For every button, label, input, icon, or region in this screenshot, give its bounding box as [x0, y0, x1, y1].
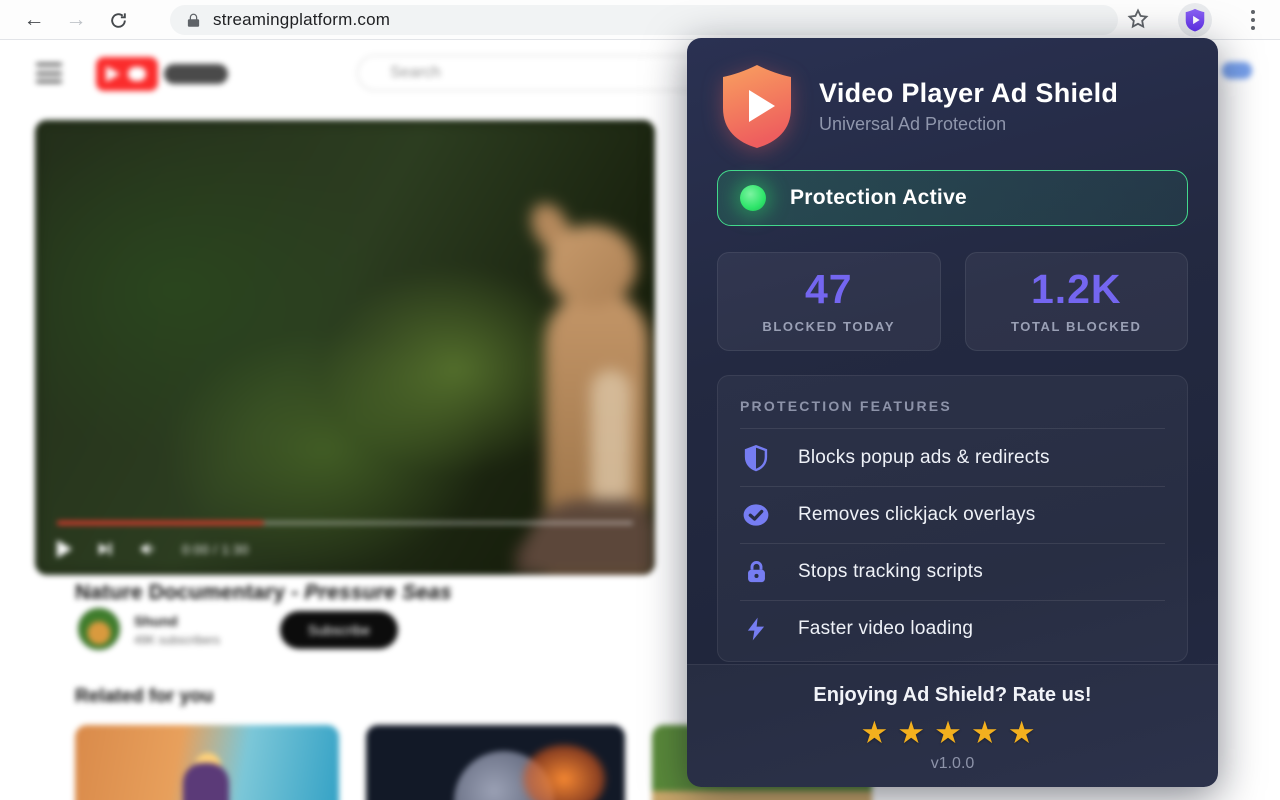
rating-star-2[interactable]: ★ [897, 715, 934, 750]
reload-icon [109, 11, 128, 30]
play-button[interactable] [57, 540, 72, 558]
stat-value: 47 [718, 266, 940, 313]
popup-title: Video Player Ad Shield [819, 78, 1118, 109]
site-logo[interactable] [96, 57, 158, 91]
bolt-icon [740, 613, 772, 645]
site-logo-wordmark [164, 64, 228, 84]
stat-card-blocked-today: 47 BLOCKED TODAY [717, 252, 941, 351]
rating-star-4[interactable]: ★ [971, 715, 1008, 750]
shield-icon [740, 442, 772, 474]
rating-star-1[interactable]: ★ [861, 715, 898, 750]
version-label: v1.0.0 [687, 755, 1218, 773]
subscribe-button[interactable]: Subscribe [280, 611, 398, 649]
extension-popup: Video Player Ad Shield Universal Ad Prot… [687, 38, 1218, 787]
reload-button[interactable] [104, 7, 132, 33]
related-thumbnail-1[interactable] [75, 725, 339, 800]
bookmark-star-button[interactable] [1126, 7, 1152, 33]
volume-button[interactable] [138, 540, 158, 558]
channel-subscribers: 49K subscribers [134, 633, 220, 647]
feature-row: Faster video loading [740, 600, 1165, 657]
popup-footer: Enjoying Ad Shield? Rate us! ★★★★★ v1.0.… [687, 664, 1218, 787]
rating-star-5[interactable]: ★ [1008, 715, 1045, 750]
check-circle-icon [740, 499, 772, 531]
stat-label: TOTAL BLOCKED [966, 319, 1188, 334]
feature-row: Removes clickjack overlays [740, 486, 1165, 543]
feature-label: Faster video loading [798, 618, 973, 640]
extension-shield-icon [1184, 8, 1206, 32]
channel-avatar[interactable] [78, 608, 120, 650]
feature-label: Removes clickjack overlays [798, 504, 1036, 526]
related-heading: Related for you [75, 686, 213, 708]
video-title: Nature Documentary - Pressure Seas [75, 581, 452, 605]
stat-label: BLOCKED TODAY [718, 319, 940, 334]
features-heading: PROTECTION FEATURES [740, 390, 1165, 429]
stat-value: 1.2K [966, 266, 1188, 313]
popup-subtitle: Universal Ad Protection [819, 114, 1118, 135]
feature-row: Stops tracking scripts [740, 543, 1165, 600]
lock-icon [186, 13, 201, 28]
ad-shield-logo-icon [717, 62, 797, 150]
browser-toolbar: ← → streamingplatform.com [0, 0, 1280, 40]
sign-in-button[interactable] [1222, 62, 1252, 79]
protection-toggle[interactable]: Protection Active [717, 170, 1188, 226]
video-progress-fill [57, 521, 264, 525]
rating-stars[interactable]: ★★★★★ [687, 715, 1218, 751]
status-label: Protection Active [790, 186, 967, 210]
lock-icon [740, 556, 772, 588]
related-thumbnail-2[interactable] [366, 725, 625, 800]
video-progress-bar[interactable] [57, 521, 633, 525]
forward-button[interactable]: → [62, 7, 90, 33]
video-player[interactable]: 0:00 / 1:30 [35, 120, 655, 575]
extension-button[interactable] [1178, 3, 1212, 37]
logo-play-icon [106, 66, 120, 82]
popup-header: Video Player Ad Shield Universal Ad Prot… [717, 62, 1188, 150]
rating-star-3[interactable]: ★ [934, 715, 971, 750]
star-icon [1126, 7, 1150, 31]
stat-card-total-blocked: 1.2K TOTAL BLOCKED [965, 252, 1189, 351]
back-button[interactable]: ← [20, 7, 48, 33]
status-indicator-dot [740, 185, 766, 211]
hamburger-menu-button[interactable] [36, 63, 62, 83]
search-placeholder: Search [390, 64, 441, 82]
channel-name[interactable]: Shund [134, 613, 178, 629]
address-bar[interactable]: streamingplatform.com [170, 5, 1118, 35]
popup-header-text: Video Player Ad Shield Universal Ad Prot… [819, 78, 1118, 135]
stats-row: 47 BLOCKED TODAY 1.2K TOTAL BLOCKED [717, 252, 1188, 351]
browser-window: ← → streamingplatform.com [0, 0, 1280, 800]
browser-menu-button[interactable] [1243, 6, 1263, 34]
video-frame [35, 120, 655, 575]
features-panel: PROTECTION FEATURES Blocks popup ads & r… [717, 375, 1188, 662]
time-display: 0:00 / 1:30 [182, 542, 249, 557]
feature-label: Blocks popup ads & redirects [798, 447, 1050, 469]
feature-row: Blocks popup ads & redirects [740, 429, 1165, 486]
rate-prompt: Enjoying Ad Shield? Rate us! [687, 684, 1218, 707]
feature-label: Stops tracking scripts [798, 561, 983, 583]
next-track-button[interactable] [96, 540, 114, 558]
url-text: streamingplatform.com [213, 10, 390, 30]
video-controls: 0:00 / 1:30 [57, 535, 249, 563]
